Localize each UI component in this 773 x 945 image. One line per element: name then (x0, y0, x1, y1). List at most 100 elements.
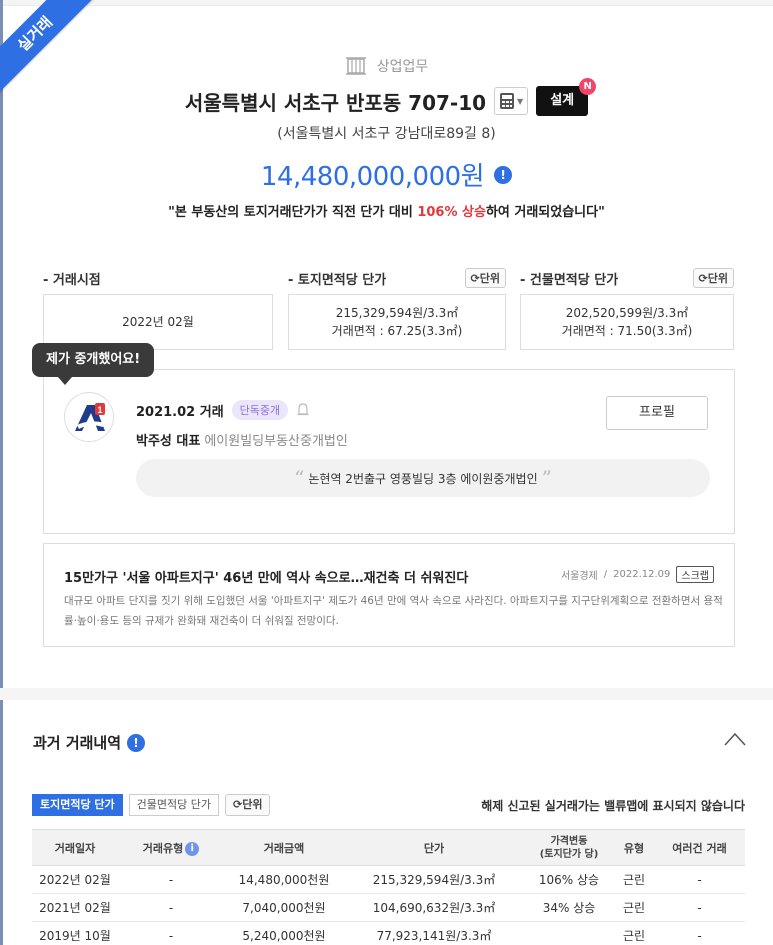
col-change-line2: (토지단가 당) (539, 848, 599, 860)
cell-type: - (118, 921, 224, 945)
history-header-row: 거래일자 거래유형 i 거래금액 단가 가격변동 (토지단가 당) 유형 여러건 … (32, 829, 745, 866)
tab-building-price[interactable]: 건물면적당 단가 (128, 794, 220, 816)
unit-label: 단위 (242, 798, 263, 811)
news-body: 대규모 아파트 단지를 짓기 위해 도입했던 서울 '아파트지구' 제도가 46… (64, 595, 723, 627)
stat-building-line2: 거래면적 : 71.50(3.3㎡) (561, 324, 693, 338)
stat-time-box: 2022년 02월 (43, 294, 273, 350)
cell-multi: - (654, 865, 745, 894)
col-unit-price: 단가 (344, 829, 524, 866)
col-kind: 유형 (614, 829, 654, 866)
col-change-line1: 가격변동 (550, 835, 588, 847)
agent-quote: “ 논현역 2번출구 영풍빌딩 3층 에이원중개법인 ” (136, 459, 710, 497)
refresh-icon: ⟳ (698, 272, 708, 285)
price-info-icon[interactable]: ! (494, 165, 513, 184)
cell-change (524, 921, 614, 945)
new-badge: N (579, 78, 597, 95)
design-button-label: 설계 (550, 93, 575, 108)
stat-trade-time: - 거래시점 2022년 02월 (43, 266, 273, 350)
exclusive-brokerage-pill: 단독중개 (231, 400, 289, 420)
cell-kind: 근린 (614, 893, 654, 922)
cell-type: - (118, 893, 224, 922)
history-info-icon[interactable]: ! (127, 733, 146, 752)
history-section-title: 과거 거래내역 ! (33, 732, 146, 753)
cell-amount: 14,480,000천원 (224, 865, 344, 894)
scrap-button[interactable]: 스크랩 (676, 566, 714, 583)
table-row: 2021년 02월 - 7,040,000천원 104,690,632원/3.3… (32, 893, 745, 922)
chevron-down-icon: ▼ (517, 96, 524, 106)
news-card[interactable]: 15만가구 '서울 아파트지구' 46년 만에 역사 속으로…재건축 더 쉬워진… (43, 543, 735, 647)
cell-date: 2019년 10월 (32, 921, 118, 945)
building-icon (345, 57, 366, 75)
stat-building-box: 202,520,599원/3.3㎡ 거래면적 : 71.50(3.3㎡) (520, 294, 734, 350)
news-source: 서울경제 (560, 571, 598, 582)
design-button[interactable]: 설계 N (536, 78, 597, 116)
stat-land-box: 215,329,594원/3.3㎡ 거래면적 : 67.25(3.3㎡) (288, 294, 506, 350)
category-label: 상업업무 (376, 59, 429, 75)
rise-highlight: 106% 상승 (417, 205, 486, 220)
col-multi: 여러건 거래 (654, 829, 745, 866)
stat-time-label: - 거래시점 (43, 272, 101, 288)
chevron-up-icon[interactable] (724, 732, 746, 746)
cell-change: 34% 상승 (524, 893, 614, 922)
top-strip (0, 0, 773, 6)
history-note: 해제 신고된 실거래가는 밸류맵에 표시되지 않습니다 (481, 799, 745, 813)
cell-amount: 7,040,000천원 (224, 893, 344, 922)
title-row: 서울특별시 서초구 반포동 707-10 ▼ 설계 N (0, 78, 773, 116)
agent-logo-mark: 1 (66, 394, 113, 441)
profile-button[interactable]: 프로필 (606, 396, 708, 430)
real-trade-ribbon: 실거래 (0, 0, 100, 99)
road-address: (서울특별시 서초구 강남대로89길 8) (277, 126, 496, 142)
refresh-icon: ⟳ (233, 798, 243, 811)
trade-price: 14,480,000,000원 (260, 162, 485, 192)
property-title: 서울특별시 서초구 반포동 707-10 (184, 90, 487, 115)
col-amount: 거래금액 (224, 829, 344, 866)
cell-kind: 근린 (614, 921, 654, 945)
cell-date: 2021년 02월 (32, 893, 118, 922)
unit-label: 단위 (707, 272, 728, 285)
category-row: 상업업무 (0, 56, 773, 76)
calculator-icon (500, 93, 515, 109)
agent-logo: 1 (64, 392, 114, 442)
cell-unit-price: 77,923,141원/3.3㎡ (344, 921, 524, 945)
history-unit-toggle[interactable]: ⟳단위 (225, 794, 271, 816)
calculator-button[interactable]: ▼ (494, 87, 529, 115)
col-type-label: 거래유형 (142, 841, 184, 855)
agent-name: 박주성 대표 (136, 434, 201, 449)
price-row: 14,480,000,000원 ! (0, 156, 773, 193)
rise-suffix: 하여 거래되었습니다" (485, 205, 605, 220)
land-unit-toggle[interactable]: ⟳단위 (464, 268, 506, 288)
news-meta: 서울경제 / 2022.12.09 스크랩 (561, 566, 714, 583)
refresh-icon: ⟳ (470, 272, 480, 285)
cell-multi: - (654, 893, 745, 922)
tab-land-price[interactable]: 토지면적당 단가 (32, 794, 123, 816)
cell-change: 106% 상승 (524, 865, 614, 894)
stat-land-label: - 토지면적당 단가 (288, 272, 387, 288)
col-type: 거래유형 i (118, 829, 224, 866)
cell-unit-price: 104,690,632원/3.3㎡ (344, 893, 524, 922)
open-quote-icon: “ (294, 466, 305, 490)
news-date: 2022.12.09 (613, 569, 671, 580)
cell-kind: 근린 (614, 865, 654, 894)
cell-amount: 5,240,000천원 (224, 921, 344, 945)
unit-label: 단위 (479, 272, 500, 285)
news-title[interactable]: 15만가구 '서울 아파트지구' 46년 만에 역사 속으로…재건축 더 쉬워진… (64, 567, 468, 586)
stat-land-line1: 215,329,594원/3.3㎡ (335, 306, 459, 320)
agent-card: 1 2021.02 거래 단독중개 박주성 대표 에이원빌딩부동산중개법인 프로필… (43, 369, 735, 534)
table-row: 2022년 02월 - 14,480,000천원 215,329,594원/3.… (32, 865, 745, 894)
stat-land-price: - 토지면적당 단가 ⟳단위 215,329,594원/3.3㎡ 거래면적 : … (288, 266, 506, 350)
agent-quote-text: 논현역 2번출구 영풍빌딩 3층 에이원중개법인 (308, 471, 538, 486)
cell-multi: - (654, 921, 745, 945)
stat-building-line1: 202,520,599원/3.3㎡ (565, 306, 689, 320)
table-row: 2019년 10월 - 5,240,000천원 77,923,141원/3.3㎡… (32, 921, 745, 945)
section-separator (0, 688, 773, 700)
agent-trade-line: 2021.02 거래 단독중개 (136, 400, 310, 420)
agent-trade-date: 2021.02 거래 (136, 404, 224, 420)
agent-name-line: 박주성 대표 에이원빌딩부동산중개법인 (136, 430, 348, 449)
news-separator: / (603, 569, 608, 580)
close-quote-icon: ” (541, 466, 552, 490)
cell-date: 2022년 02월 (32, 865, 118, 894)
building-unit-toggle[interactable]: ⟳단위 (692, 268, 734, 288)
trade-type-info-icon[interactable]: i (185, 841, 200, 856)
col-date: 거래일자 (32, 829, 118, 866)
agent-office: 에이원빌딩부동산중개법인 (204, 434, 348, 449)
